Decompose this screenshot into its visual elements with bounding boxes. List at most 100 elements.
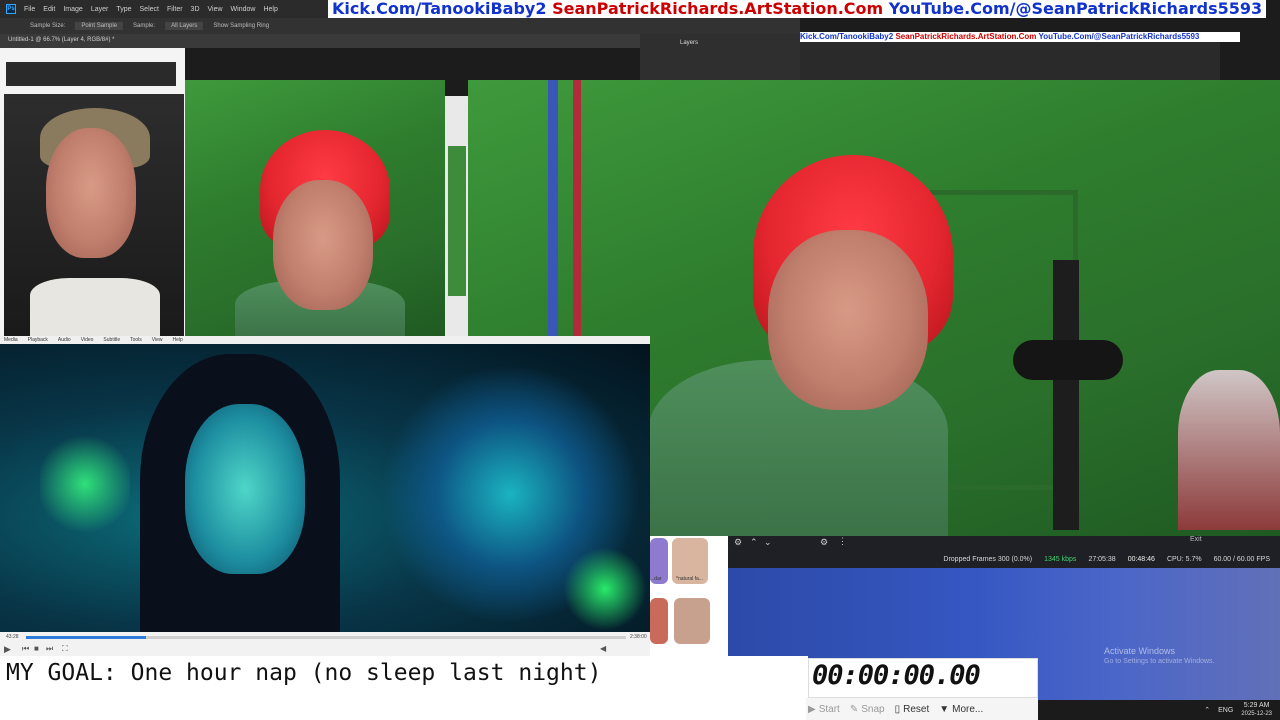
snap-icon: ✎: [849, 703, 859, 715]
clock[interactable]: 5:29 AM 2025-12-23: [1241, 702, 1272, 718]
tray-chevron-up-icon[interactable]: ⌃: [1204, 706, 1210, 714]
reset-button[interactable]: ▯ Reset: [895, 704, 930, 715]
gear-icon[interactable]: ⚙: [734, 537, 742, 548]
settings-icon[interactable]: ⚙: [820, 537, 828, 548]
layers-tab[interactable]: Layers: [680, 40, 698, 46]
activate-windows-subtitle: Go to Settings to activate Windows.: [1104, 658, 1215, 665]
vmenu-media[interactable]: Media: [4, 337, 18, 343]
menu-window[interactable]: Window: [231, 6, 256, 13]
cpu-usage: CPU: 5.7%: [1166, 555, 1202, 563]
more-label: More...: [952, 703, 984, 715]
video-frame[interactable]: [0, 344, 650, 632]
banner-kick: Kick.Com/TanookiBaby2: [332, 0, 547, 18]
stopwatch-buttons: ▶ Start ✎ Snap ▯ Reset ▼ More...: [806, 698, 1038, 720]
sample-label: Sample:: [133, 23, 156, 29]
reset-label: Reset: [903, 703, 930, 715]
thumbnail-2[interactable]: [674, 598, 710, 644]
stop-icon[interactable]: ■: [34, 644, 39, 653]
menu-view[interactable]: View: [208, 6, 223, 13]
clock-time: 5:29 AM: [1243, 702, 1270, 709]
start-label: Start: [818, 703, 840, 715]
blue-pole: [548, 80, 558, 336]
red-pole: [573, 80, 581, 336]
more-button[interactable]: ▼ More...: [939, 704, 983, 715]
vmenu-audio[interactable]: Audio: [58, 337, 71, 343]
vmenu-help[interactable]: Help: [173, 337, 183, 343]
video-player-menu: Media Playback Audio Video Subtitle Tool…: [0, 336, 650, 344]
obs-status-bar: Dropped Frames 300 (0.0%) 1345 kbps 27:0…: [728, 550, 1280, 568]
chevron-down-icon: ▼: [939, 703, 950, 715]
seek-bar-fill: [26, 636, 146, 639]
nested-banner: Kick.Com/TanookiBaby2 SeanPatrickRichard…: [800, 32, 1240, 42]
menu-type[interactable]: Type: [116, 6, 131, 13]
show-sampling-ring-checkbox[interactable]: Show Sampling Ring: [213, 23, 269, 29]
snap-button[interactable]: ✎ Snap: [850, 704, 885, 715]
photo-face: [46, 128, 136, 258]
plush-toy: [1178, 370, 1280, 530]
thumbnail-column: *natural fa... ...dar: [650, 536, 728, 656]
banner-youtube: YouTube.Com/@SeanPatrickRichards5593: [888, 0, 1263, 18]
time-elapsed: 43:28: [6, 634, 19, 640]
photo-shirt: [30, 278, 160, 336]
nested-banner-kick: Kick.Com/TanookiBaby2: [800, 32, 894, 41]
taskbar-tray: ⌃ ENG 5:29 AM 2025-12-23: [1038, 700, 1280, 720]
record-time: 00:48:46: [1127, 555, 1155, 563]
activate-windows-title: Activate Windows: [1104, 646, 1176, 656]
reference-photo: [0, 48, 185, 336]
menu-layer[interactable]: Layer: [91, 6, 109, 13]
main-face: [768, 230, 928, 410]
vmenu-tools[interactable]: Tools: [130, 337, 142, 343]
mic-stand: [1053, 260, 1079, 530]
nested-green: [448, 146, 466, 296]
next-icon[interactable]: ⏭: [46, 644, 53, 654]
glow-right: [560, 544, 650, 632]
sample-size-label: Sample Size:: [30, 23, 66, 29]
glow-left: [40, 424, 130, 544]
menu-3d[interactable]: 3D: [191, 6, 200, 13]
thumbnail-3-label: ...dar: [650, 576, 662, 582]
language-indicator[interactable]: ENG: [1218, 707, 1233, 714]
small-face: [273, 180, 373, 310]
photoshop-panel: [640, 34, 800, 80]
menu-filter[interactable]: Filter: [167, 6, 183, 13]
sample-size-select[interactable]: Point Sample: [75, 22, 124, 30]
sample-select[interactable]: All Layers: [165, 22, 204, 30]
thumbnail-1-label: *natural fa...: [676, 576, 703, 582]
previous-icon[interactable]: ⏮: [22, 644, 29, 654]
microphone: [1013, 340, 1123, 380]
chevron-down-icon[interactable]: ⌄: [764, 537, 772, 548]
menu-image[interactable]: Image: [63, 6, 82, 13]
vmenu-subtitle[interactable]: Subtitle: [103, 337, 120, 343]
snap-label: Snap: [861, 703, 885, 715]
menu-select[interactable]: Select: [140, 6, 159, 13]
vmenu-video[interactable]: Video: [81, 337, 94, 343]
menu-help[interactable]: Help: [263, 6, 277, 13]
reset-icon: ▯: [894, 703, 901, 715]
photoshop-menubar: Ps File Edit Image Layer Type Select Fil…: [0, 0, 330, 18]
chevron-up-icon[interactable]: ⌃: [750, 537, 758, 548]
more-options-icon[interactable]: ⋮: [838, 536, 847, 547]
start-button[interactable]: ▶ Start: [808, 704, 840, 715]
nested-banner-artstation: SeanPatrickRichards.ArtStation.Com: [895, 32, 1037, 41]
menu-edit[interactable]: Edit: [43, 6, 55, 13]
seek-bar[interactable]: [26, 636, 626, 639]
obs-exit-button[interactable]: Exit: [1190, 536, 1202, 543]
play-icon[interactable]: ▶: [4, 644, 11, 655]
volume-icon[interactable]: ◀: [600, 644, 606, 653]
fps-readout: 60.00 / 60.00 FPS: [1213, 555, 1270, 563]
screen: Ps File Edit Image Layer Type Select Fil…: [0, 0, 1280, 720]
bitrate: 1345 kbps: [1044, 555, 1077, 563]
vmenu-view[interactable]: View: [152, 337, 163, 343]
photoshop-options-bar: Sample Size: Point Sample Sample: All La…: [0, 18, 800, 34]
goal-text: MY GOAL: One hour nap (no sleep last nig…: [6, 658, 806, 688]
channel-banner: Kick.Com/TanookiBaby2 SeanPatrickRichard…: [328, 0, 1267, 18]
menu-file[interactable]: File: [24, 6, 35, 13]
clock-date: 2025-12-23: [1241, 711, 1272, 717]
nested-window-edge: [445, 96, 469, 336]
stopwatch-display: 00:00:00.00: [812, 660, 981, 691]
fullscreen-icon[interactable]: ⛶: [62, 644, 68, 654]
document-tab[interactable]: Untitled-1 @ 66.7% (Layer 4, RGB/8#) *: [0, 34, 640, 48]
photo-toolbar: [6, 62, 176, 86]
vmenu-playback[interactable]: Playback: [28, 337, 48, 343]
thumbnail-4[interactable]: [650, 598, 668, 644]
